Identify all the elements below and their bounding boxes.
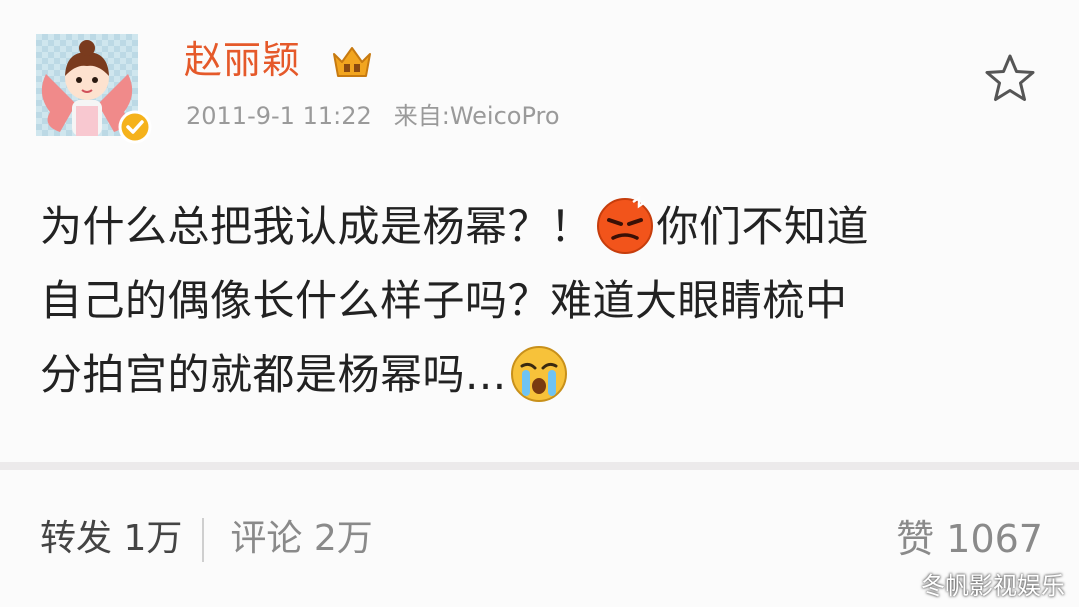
content-text-3: 分拍宫的就都是杨幂吗... xyxy=(40,350,507,399)
post-meta: 2011-9-1 11:22 来自:WeicoPro xyxy=(186,96,560,136)
star-favorite-icon[interactable] xyxy=(982,52,1038,106)
watermark: 冬帆影视娱乐 xyxy=(921,572,1065,600)
like-button[interactable]: 赞 1067 xyxy=(896,514,1043,564)
comment-label: 评论 xyxy=(230,518,303,559)
repost-label: 转发 xyxy=(40,518,113,559)
username[interactable]: 赵丽颖 xyxy=(184,34,301,86)
angry-face-icon xyxy=(595,195,655,256)
content-line-1: 为什么总把我认成是杨幂？！ 你们不知道 xyxy=(40,190,1040,264)
post-source[interactable]: 来自:WeicoPro xyxy=(394,102,560,130)
content-text-1b: 你们不知道 xyxy=(656,202,870,251)
post-actions: 转发 1万 评论 2万 xyxy=(40,514,373,564)
comment-button[interactable]: 评论 2万 xyxy=(230,518,372,559)
repost-count: 1万 xyxy=(123,518,183,559)
like-label: 赞 xyxy=(896,517,935,561)
vip-crown-icon[interactable] xyxy=(330,44,374,82)
divider xyxy=(202,518,205,562)
content-text-1a: 为什么总把我认成是杨幂？！ xyxy=(40,202,593,251)
verified-badge-icon xyxy=(118,110,152,144)
weibo-post-card: 赵丽颖 2011-9-1 11:22 来自:WeicoPro 为什么总把我认成是杨… xyxy=(0,0,1079,462)
content-line-2: 自己的偶像长什么样子吗？难道大眼睛梳中 xyxy=(40,276,848,325)
post-content: 为什么总把我认成是杨幂？！ 你们不知道 自己的偶像长什么样子吗？难道大眼睛梳中 … xyxy=(40,190,1040,412)
crying-face-icon xyxy=(509,344,569,404)
repost-button[interactable]: 转发 1万 xyxy=(40,518,182,559)
like-count: 1067 xyxy=(946,517,1043,561)
comment-count: 2万 xyxy=(313,518,373,559)
post-timestamp: 2011-9-1 11:22 xyxy=(186,102,372,130)
content-line-3: 分拍宫的就都是杨幂吗... xyxy=(40,338,1040,412)
